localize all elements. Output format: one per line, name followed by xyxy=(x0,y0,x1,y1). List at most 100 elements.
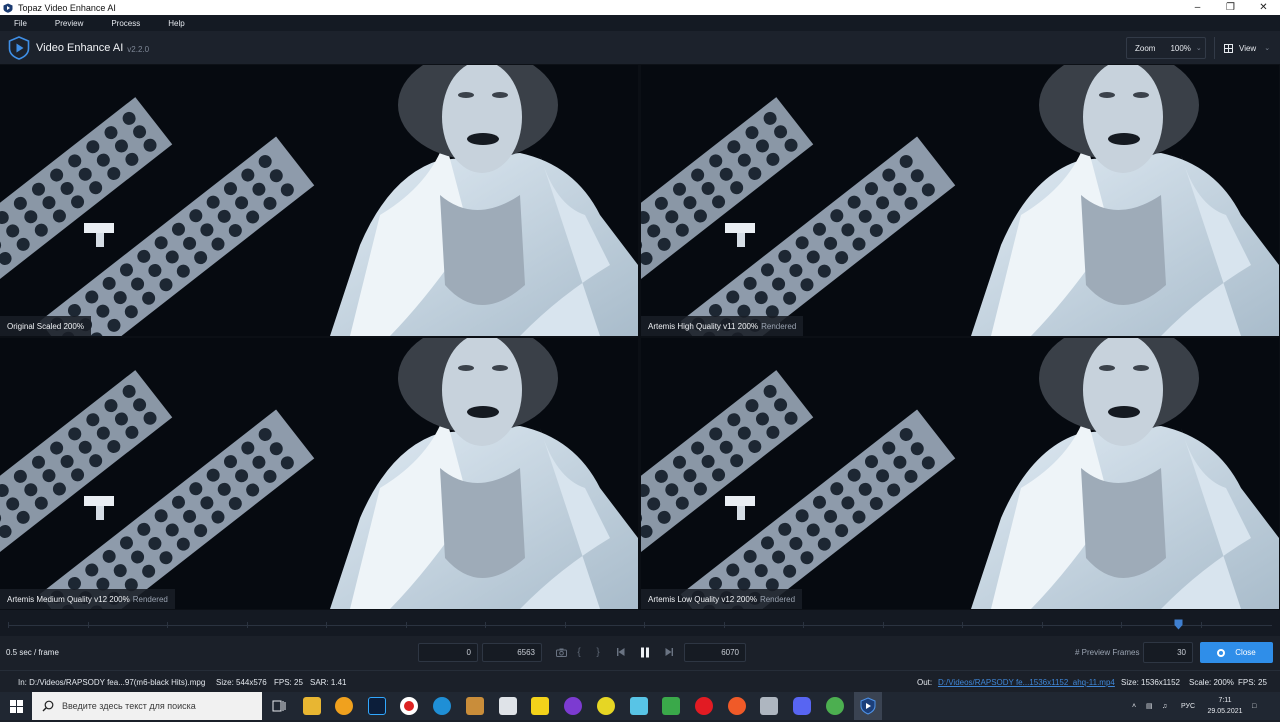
chrome-canary-icon[interactable] xyxy=(728,697,746,715)
zoom-label: Zoom xyxy=(1135,43,1156,53)
output-label: Out: xyxy=(917,678,933,687)
scanner-icon[interactable] xyxy=(760,697,778,715)
close-window-button[interactable]: ✕ xyxy=(1247,0,1280,15)
input-size: Size: 544x576 xyxy=(216,678,267,687)
preview-pane-artemis-medium[interactable]: Artemis Medium Quality v12 200% Rendered xyxy=(0,338,638,609)
end-frame-field[interactable]: 6563 xyxy=(482,643,542,662)
output-size: Size: 1536x1152 xyxy=(1121,678,1181,687)
app-header: Video Enhance AI v2.2.0 Zoom 100% ⌄ View… xyxy=(0,31,1280,65)
photoshop-icon[interactable] xyxy=(368,697,386,715)
app-version: v2.2.0 xyxy=(127,44,150,54)
playhead-marker-icon[interactable] xyxy=(1174,619,1183,630)
volume-icon[interactable]: ♫ xyxy=(1162,692,1167,720)
pane-label: Artemis Medium Quality v12 200% Rendered xyxy=(0,589,175,609)
step-forward-icon[interactable] xyxy=(661,644,677,660)
pane-label: Artemis High Quality v11 200% Rendered xyxy=(641,316,804,336)
timeline-tick xyxy=(405,622,407,628)
pane-label-text: Artemis High Quality v11 200% xyxy=(648,321,759,331)
timeline-tick xyxy=(326,622,327,628)
timeline-scrubber[interactable] xyxy=(0,610,1280,636)
preview-pane-original[interactable]: Original Scaled 200% xyxy=(0,65,638,336)
zoom-dropdown[interactable]: Zoom 100% ⌄ xyxy=(1126,37,1206,59)
clock-time: 7:11 xyxy=(1218,697,1232,704)
timeline-tick xyxy=(1121,622,1122,628)
mark-out-icon[interactable]: } xyxy=(590,644,606,660)
app-name: Video Enhance AI xyxy=(36,42,124,54)
xnview-icon[interactable] xyxy=(335,697,353,715)
video-frame-image xyxy=(0,338,638,609)
notifications-icon[interactable]: □ xyxy=(1252,692,1256,720)
preview-pane-artemis-high[interactable]: Artemis High Quality v11 200% Rendered xyxy=(641,65,1279,336)
menu-help[interactable]: Help xyxy=(168,19,184,28)
discord-icon[interactable] xyxy=(793,697,811,715)
timeline-tick xyxy=(803,622,804,628)
stop-icon xyxy=(1217,648,1226,657)
start-button[interactable] xyxy=(0,692,32,720)
video-frame-image xyxy=(0,65,638,336)
timeline-tick xyxy=(564,622,566,628)
preview-frames-input[interactable]: 30 xyxy=(1143,642,1193,663)
video-frame-image xyxy=(641,65,1279,336)
menu-process[interactable]: Process xyxy=(111,19,140,28)
preview-grid: Original Scaled 200% Artemis High Qualit… xyxy=(0,65,1280,610)
recorder-icon[interactable] xyxy=(400,697,418,715)
output-path-link[interactable]: D:/Videos/RAPSODY fe...1536x1152_ahq-11.… xyxy=(938,678,1115,687)
pane-label: Original Scaled 200% xyxy=(0,316,91,336)
pane-label: Artemis Low Quality v12 200% Rendered xyxy=(641,589,803,609)
pause-icon[interactable] xyxy=(637,644,653,660)
mark-in-icon[interactable]: { xyxy=(571,644,587,660)
task-view-icon[interactable] xyxy=(270,697,288,715)
timeline-tick xyxy=(1041,622,1043,628)
timeline-tick xyxy=(246,622,248,628)
opera-icon[interactable] xyxy=(695,697,713,715)
start-frame-field[interactable]: 0 xyxy=(418,643,478,662)
menu-preview[interactable]: Preview xyxy=(55,19,83,28)
taskbar-search[interactable]: Введите здесь текст для поиска xyxy=(32,692,262,720)
view-dropdown[interactable]: View ⌄ xyxy=(1214,37,1278,59)
language-indicator[interactable]: РУС xyxy=(1181,692,1195,720)
file-explorer-icon[interactable] xyxy=(303,697,321,715)
current-frame-field[interactable]: 6070 xyxy=(684,643,746,662)
close-preview-button[interactable]: Close xyxy=(1200,642,1273,663)
maximize-button[interactable]: ❐ xyxy=(1214,0,1247,15)
timeline-tick xyxy=(8,622,9,628)
window-titlebar: Topaz Video Enhance AI – ❐ ✕ xyxy=(0,0,1280,15)
topaz-app-icon xyxy=(3,3,13,13)
taskbar-clock[interactable]: 7:11 29.05.2021 xyxy=(1204,695,1246,717)
output-fps: FPS: 25 xyxy=(1238,678,1267,687)
close-button-label: Close xyxy=(1235,648,1256,657)
menu-file[interactable]: File xyxy=(14,19,27,28)
archive-icon[interactable] xyxy=(466,697,484,715)
image-viewer-icon[interactable] xyxy=(662,697,680,715)
app-brand: Video Enhance AI v2.2.0 xyxy=(8,36,149,60)
topaz-taskbar-icon[interactable] xyxy=(854,692,882,720)
media-player-icon[interactable] xyxy=(564,697,582,715)
step-back-icon[interactable] xyxy=(613,644,629,660)
output-scale: Scale: 200% xyxy=(1189,678,1234,687)
tray-arrow-icon[interactable]: ˄ xyxy=(1132,692,1136,720)
timeline-track[interactable] xyxy=(8,625,1272,626)
render-rate: 0.5 sec / frame xyxy=(6,648,59,657)
playback-controls: 0.5 sec / frame 0 6563 { } 6070 # Previe… xyxy=(0,636,1280,670)
pane-label-text: Artemis Low Quality v12 200% xyxy=(648,594,757,604)
timeline-tick xyxy=(882,622,884,628)
minimize-button[interactable]: – xyxy=(1181,0,1214,15)
timeline-tick xyxy=(485,622,486,628)
render-status: Rendered xyxy=(761,321,797,331)
timeline-tick xyxy=(87,622,89,628)
on1-icon[interactable] xyxy=(597,697,615,715)
chrome-icon[interactable] xyxy=(826,697,844,715)
calculator-icon[interactable] xyxy=(499,697,517,715)
camera-icon[interactable] xyxy=(553,644,569,660)
preview-pane-artemis-low[interactable]: Artemis Low Quality v12 200% Rendered xyxy=(641,338,1279,609)
network-icon[interactable]: ▤ xyxy=(1146,692,1153,720)
notes-app-icon[interactable] xyxy=(630,697,648,715)
topaz-logo-icon xyxy=(8,36,30,60)
sticky-notes-icon[interactable] xyxy=(531,697,549,715)
pane-label-text: Artemis Medium Quality v12 200% xyxy=(7,594,130,604)
input-path: In: D:/Videos/RAPSODY fea...97(m6-black … xyxy=(18,678,206,687)
pane-label-text: Original Scaled 200% xyxy=(7,321,84,331)
timeline-tick xyxy=(962,622,963,628)
input-sar: SAR: 1.41 xyxy=(310,678,347,687)
edge-browser-icon[interactable] xyxy=(433,697,451,715)
